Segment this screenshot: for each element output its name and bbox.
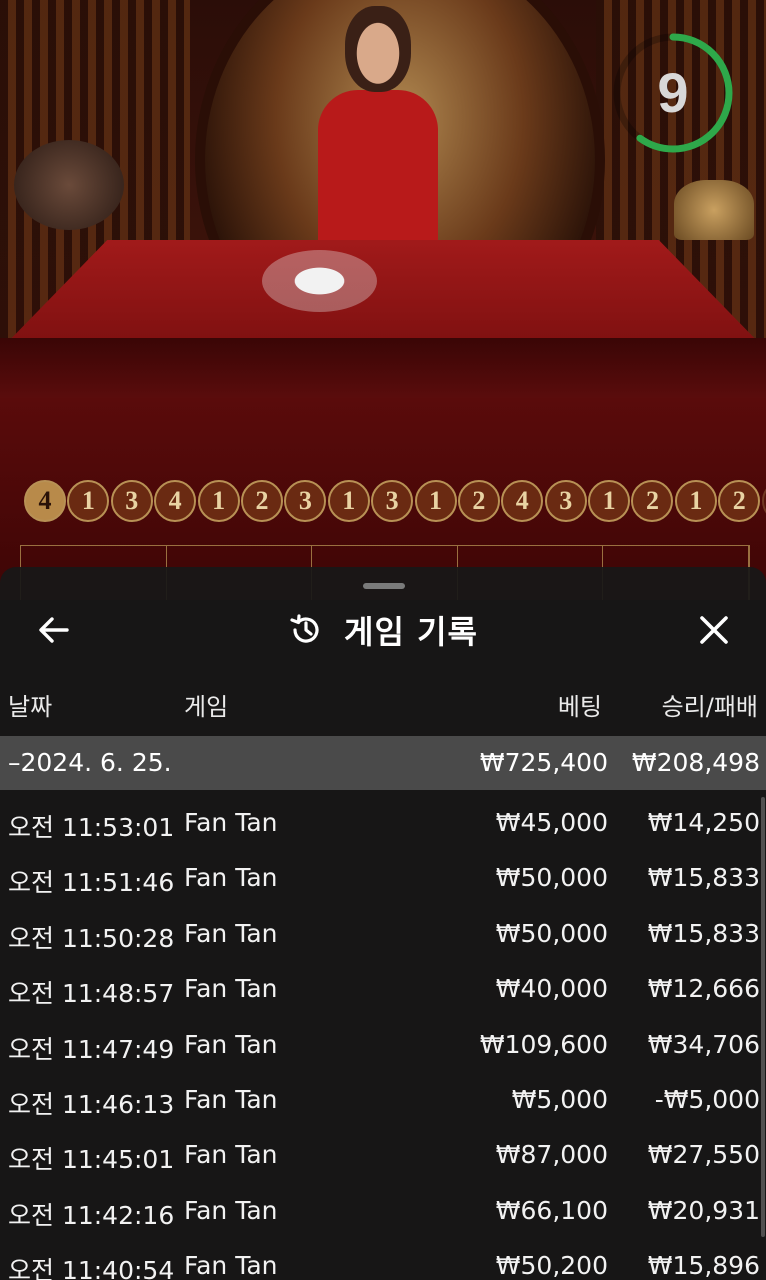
dealer-head <box>345 6 411 92</box>
result-bead: 3 <box>371 480 414 522</box>
result-bead: 2 <box>631 480 674 522</box>
result-bead: 4 <box>154 480 197 522</box>
result-bead: 1 <box>674 480 717 522</box>
bonsai-decoration <box>14 140 124 230</box>
row-bet: ₩109,600 <box>479 1029 608 1059</box>
column-header-date: 날짜 <box>8 693 53 721</box>
row-win-loss: ₩34,706 <box>647 1029 760 1059</box>
row-time: 오전 11:47:49 <box>8 1034 175 1064</box>
history-row[interactable]: 오전 11:51:46 Fan Tan ₩50,000 ₩15,833 <box>0 851 766 906</box>
history-row[interactable]: 오전 11:45:01 Fan Tan ₩87,000 ₩27,550 <box>0 1128 766 1183</box>
row-win-loss: ₩27,550 <box>647 1140 760 1170</box>
row-time: 오전 11:50:28 <box>8 923 175 953</box>
row-time: 오전 11:53:01 <box>8 813 175 842</box>
row-game: Fan Tan <box>184 1251 278 1280</box>
live-video-scene: 9 413412313124312123 <box>0 0 766 600</box>
row-win-loss: ₩20,931 <box>647 1195 760 1225</box>
row-win-loss: -₩5,000 <box>654 1084 760 1114</box>
row-game: Fan Tan <box>184 918 278 948</box>
results-road: 413412313124312123 <box>24 480 766 528</box>
row-time: 오전 11:46:13 <box>8 1089 175 1119</box>
result-bead: 3 <box>544 480 587 522</box>
result-bead: 2 <box>240 480 283 522</box>
dragon-statue <box>674 180 754 240</box>
countdown-timer: 9 <box>610 30 736 156</box>
scrollbar[interactable] <box>761 797 765 1237</box>
result-bead: 1 <box>327 480 370 522</box>
result-bead: 4 <box>501 480 544 522</box>
row-time: 오전 11:45:01 <box>8 1145 175 1175</box>
history-row[interactable]: 오전 11:48:57 Fan Tan ₩40,000 ₩12,666 <box>0 962 766 1017</box>
drag-handle[interactable] <box>363 583 405 589</box>
date-summary-row[interactable]: –2024. 6. 25. ₩725,400 ₩208,498 <box>0 736 766 790</box>
row-bet: ₩66,100 <box>495 1195 608 1225</box>
row-game: Fan Tan <box>184 974 278 1004</box>
row-win-loss: ₩15,833 <box>647 918 760 948</box>
row-bet: ₩50,000 <box>495 863 608 893</box>
row-time: 오전 11:42:16 <box>8 1200 175 1230</box>
result-bead: 1 <box>197 480 240 522</box>
column-header-win-loss: 승리/패배 <box>661 693 758 721</box>
timer-seconds: 9 <box>657 61 689 124</box>
result-bead: 2 <box>457 480 500 522</box>
row-bet: ₩45,000 <box>495 808 608 837</box>
row-game: Fan Tan <box>184 863 278 893</box>
game-history-panel: 게임 기록 날짜 게임 베팅 승리/패배 –2024. 6. 25. ₩725,… <box>0 567 766 1280</box>
result-bead: 3 <box>110 480 153 522</box>
row-win-loss: ₩15,896 <box>647 1251 760 1280</box>
result-bead: 2 <box>718 480 761 522</box>
row-bet: ₩50,000 <box>495 918 608 948</box>
row-game: Fan Tan <box>184 1195 278 1225</box>
row-game: Fan Tan <box>184 1140 278 1170</box>
row-game: Fan Tan <box>184 808 278 837</box>
close-button[interactable] <box>692 608 736 652</box>
result-bead: 1 <box>414 480 457 522</box>
close-icon <box>700 616 728 644</box>
row-win-loss: ₩15,833 <box>647 863 760 893</box>
row-win-loss: ₩14,250 <box>647 808 760 837</box>
history-row[interactable]: 오전 11:50:28 Fan Tan ₩50,000 ₩15,833 <box>0 907 766 962</box>
panel-title: 게임 기록 <box>344 613 478 651</box>
dealer <box>318 90 438 250</box>
history-row[interactable]: 오전 11:53:01 Fan Tan ₩45,000 ₩14,250 <box>0 796 766 851</box>
panel-header: 게임 기록 <box>0 605 766 655</box>
row-win-loss: ₩12,666 <box>647 974 760 1004</box>
history-row[interactable]: 오전 11:42:16 Fan Tan ₩66,100 ₩20,931 <box>0 1184 766 1239</box>
history-row[interactable]: 오전 11:40:54 Fan Tan ₩50,200 ₩15,896 <box>0 1239 766 1280</box>
row-time: 오전 11:48:57 <box>8 979 175 1009</box>
row-bet: ₩40,000 <box>495 974 608 1004</box>
history-icon <box>288 612 324 648</box>
row-bet: ₩50,200 <box>495 1251 608 1280</box>
table-edge <box>0 338 766 398</box>
summary-date: –2024. 6. 25. <box>8 748 172 777</box>
row-time: 오전 11:40:54 <box>8 1256 175 1280</box>
summary-win-loss: ₩208,498 <box>631 748 760 777</box>
row-bet: ₩5,000 <box>511 1084 608 1114</box>
row-game: Fan Tan <box>184 1029 278 1059</box>
history-row[interactable]: 오전 11:47:49 Fan Tan ₩109,600 ₩34,706 <box>0 1018 766 1073</box>
result-bead: 3 <box>284 480 327 522</box>
column-header-game: 게임 <box>184 693 229 721</box>
result-bead: 3 <box>761 480 766 522</box>
fan-tan-table <box>0 240 766 350</box>
result-bead: 4 <box>24 480 66 522</box>
bead-dome-cover <box>262 250 377 312</box>
column-header-bet: 베팅 <box>557 693 602 721</box>
row-game: Fan Tan <box>184 1084 278 1114</box>
history-row[interactable]: 오전 11:46:13 Fan Tan ₩5,000 -₩5,000 <box>0 1073 766 1128</box>
result-bead: 1 <box>67 480 110 522</box>
summary-bet: ₩725,400 <box>479 748 608 777</box>
row-bet: ₩87,000 <box>495 1140 608 1170</box>
history-list: 오전 11:53:01 Fan Tan ₩45,000 ₩14,250 오전 11:51… <box>0 796 766 1280</box>
row-time: 오전 11:51:46 <box>8 868 175 898</box>
result-bead: 1 <box>588 480 631 522</box>
